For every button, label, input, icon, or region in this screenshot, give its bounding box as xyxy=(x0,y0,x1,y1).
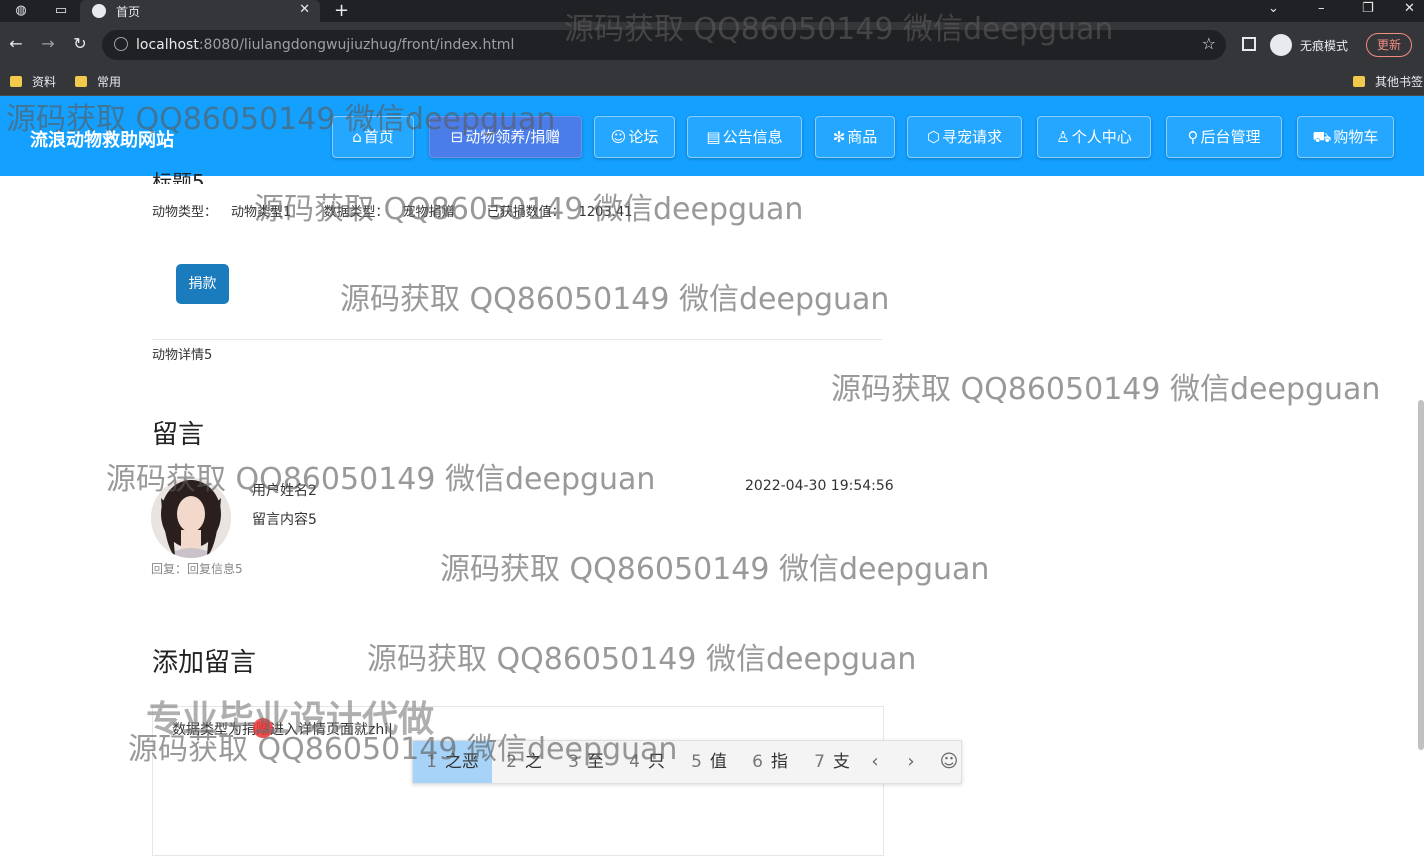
message-reply: 回复：回复信息5 xyxy=(151,562,243,576)
bookmark-star-icon[interactable]: ☆ xyxy=(1202,34,1216,53)
site-header: 流浪动物救助网站 ⌂ 首页 ⊟ 动物领养/捐赠 ☺ 论坛 ▤ 公告信息 ✻ 商品 ⬡ 寻宠请… xyxy=(0,96,1424,176)
adopt-icon: ⊟ xyxy=(450,128,464,146)
goods-icon: ✻ xyxy=(832,128,846,146)
back-icon[interactable]: ← xyxy=(6,34,26,53)
folder-icon xyxy=(10,76,22,87)
ime-candidate[interactable]: 2之 xyxy=(493,741,555,783)
browser-toolbar: ← → ↻ localhost:8080/liulangdongwujiuzhu… xyxy=(0,22,1424,66)
nav-user-center[interactable]: ♙ 个人中心 xyxy=(1037,116,1151,158)
nav-admin[interactable]: ⚲ 后台管理 xyxy=(1166,116,1282,158)
url-text: localhost:8080/liulangdongwujiuzhug/fron… xyxy=(136,37,515,53)
bookmark-folder-changyong[interactable]: 常用 xyxy=(75,73,121,90)
incognito-label: 无痕模式 xyxy=(1300,39,1349,53)
animal-type: 动物类型： 动物类型1 xyxy=(152,205,292,220)
nav-adopt-donate[interactable]: ⊟ 动物领养/捐赠 xyxy=(429,116,582,158)
ime-candidate[interactable]: 6指 xyxy=(739,741,801,783)
reload-icon[interactable]: ↻ xyxy=(70,34,90,53)
announcement-icon: ▤ xyxy=(706,128,721,146)
tab-favicon-icon xyxy=(92,4,106,18)
nav-cart[interactable]: ⛟ 购物车 xyxy=(1297,116,1394,158)
ime-prev-icon[interactable]: ‹ xyxy=(857,741,893,783)
incognito-icon[interactable] xyxy=(1270,34,1292,56)
window-tab-icon[interactable]: ▭ xyxy=(52,2,70,20)
side-panel-icon[interactable] xyxy=(1242,37,1256,51)
update-button[interactable]: 更新 xyxy=(1366,33,1412,57)
nav-pet-search[interactable]: ⬡ 寻宠请求 xyxy=(907,116,1022,158)
detail-meta: 动物类型： 动物类型1 数据类型： 宠物捐赠 已获捐数值： 1203.41 xyxy=(152,201,660,220)
watermark-big: 专业毕业设计代做 xyxy=(146,699,435,740)
new-tab-icon[interactable]: + xyxy=(334,0,349,21)
window-close-icon[interactable]: ✕ xyxy=(1404,1,1415,16)
browser-tab[interactable]: 首页 ✕ xyxy=(80,0,320,22)
user-icon: ♙ xyxy=(1056,128,1070,146)
donate-button[interactable]: 捐款 xyxy=(176,264,229,304)
detail-title: 标题5 xyxy=(152,170,205,184)
site-title: 流浪动物救助网站 xyxy=(30,130,174,151)
minimize-icon[interactable]: – xyxy=(1318,1,1325,16)
bookmark-folder-other[interactable]: 其他书签 xyxy=(1353,73,1423,90)
data-type: 数据类型： 宠物捐赠 xyxy=(323,205,455,220)
forum-icon: ☺ xyxy=(610,128,627,146)
forward-icon[interactable]: → xyxy=(38,34,58,53)
cart-icon: ⛟ xyxy=(1312,128,1332,146)
folder-icon xyxy=(75,76,87,87)
browser-globe-icon[interactable]: ◍ xyxy=(12,2,30,20)
ime-candidate-bar: 1 之恶 2之 3至 4只 5值 6指 7支 ‹ › ☺ xyxy=(412,740,962,784)
avatar xyxy=(151,478,231,558)
address-bar[interactable]: localhost:8080/liulangdongwujiuzhug/fron… xyxy=(102,30,1226,60)
message-content: 留言内容5 xyxy=(252,512,317,528)
nav-home[interactable]: ⌂ 首页 xyxy=(332,116,414,158)
nav-announcements[interactable]: ▤ 公告信息 xyxy=(687,116,802,158)
ime-next-icon[interactable]: › xyxy=(893,741,929,783)
folder-icon xyxy=(1353,76,1365,87)
home-icon: ⌂ xyxy=(352,128,362,146)
page-content: 标题5 动物类型： 动物类型1 数据类型： 宠物捐赠 已获捐数值： 1203.41 捐… xyxy=(0,170,1424,856)
bookmarks-bar: 资料 常用 其他书签 xyxy=(0,66,1424,96)
page-scrollbar[interactable] xyxy=(1418,400,1424,750)
link-icon: ⚲ xyxy=(1187,128,1199,146)
add-message-heading: 添加留言 xyxy=(152,648,257,678)
animal-description: 动物详情5 xyxy=(152,348,213,363)
message-username: 用户姓名2 xyxy=(252,483,317,499)
bookmark-folder-ziliao[interactable]: 资料 xyxy=(10,73,56,90)
nav-goods[interactable]: ✻ 商品 xyxy=(815,116,895,158)
ime-candidate[interactable]: 5值 xyxy=(678,741,740,783)
ime-candidate[interactable]: 3至 xyxy=(555,741,617,783)
nav-forum[interactable]: ☺ 论坛 xyxy=(594,116,675,158)
browser-tabstrip: ◍ ▭ 首页 ✕ + ⌄ – ❐ ✕ xyxy=(0,0,1424,22)
messages-heading: 留言 xyxy=(152,420,205,450)
tab-title: 首页 xyxy=(116,5,141,19)
restore-icon[interactable]: ❐ xyxy=(1362,1,1374,16)
ime-emoji-icon[interactable]: ☺ xyxy=(931,741,967,783)
ime-candidate[interactable]: 4只 xyxy=(616,741,678,783)
ime-candidate[interactable]: 1 之恶 xyxy=(413,741,492,783)
message-time: 2022-04-30 19:54:56 xyxy=(745,478,894,494)
site-info-icon[interactable] xyxy=(114,37,128,51)
tab-search-icon[interactable]: ⌄ xyxy=(1268,1,1279,16)
ime-candidate[interactable]: 7支 xyxy=(801,741,863,783)
pet-search-icon: ⬡ xyxy=(926,128,941,146)
donated-value: 已获捐数值： 1203.41 xyxy=(486,205,633,220)
divider xyxy=(152,339,882,340)
tab-close-icon[interactable]: ✕ xyxy=(299,2,310,17)
